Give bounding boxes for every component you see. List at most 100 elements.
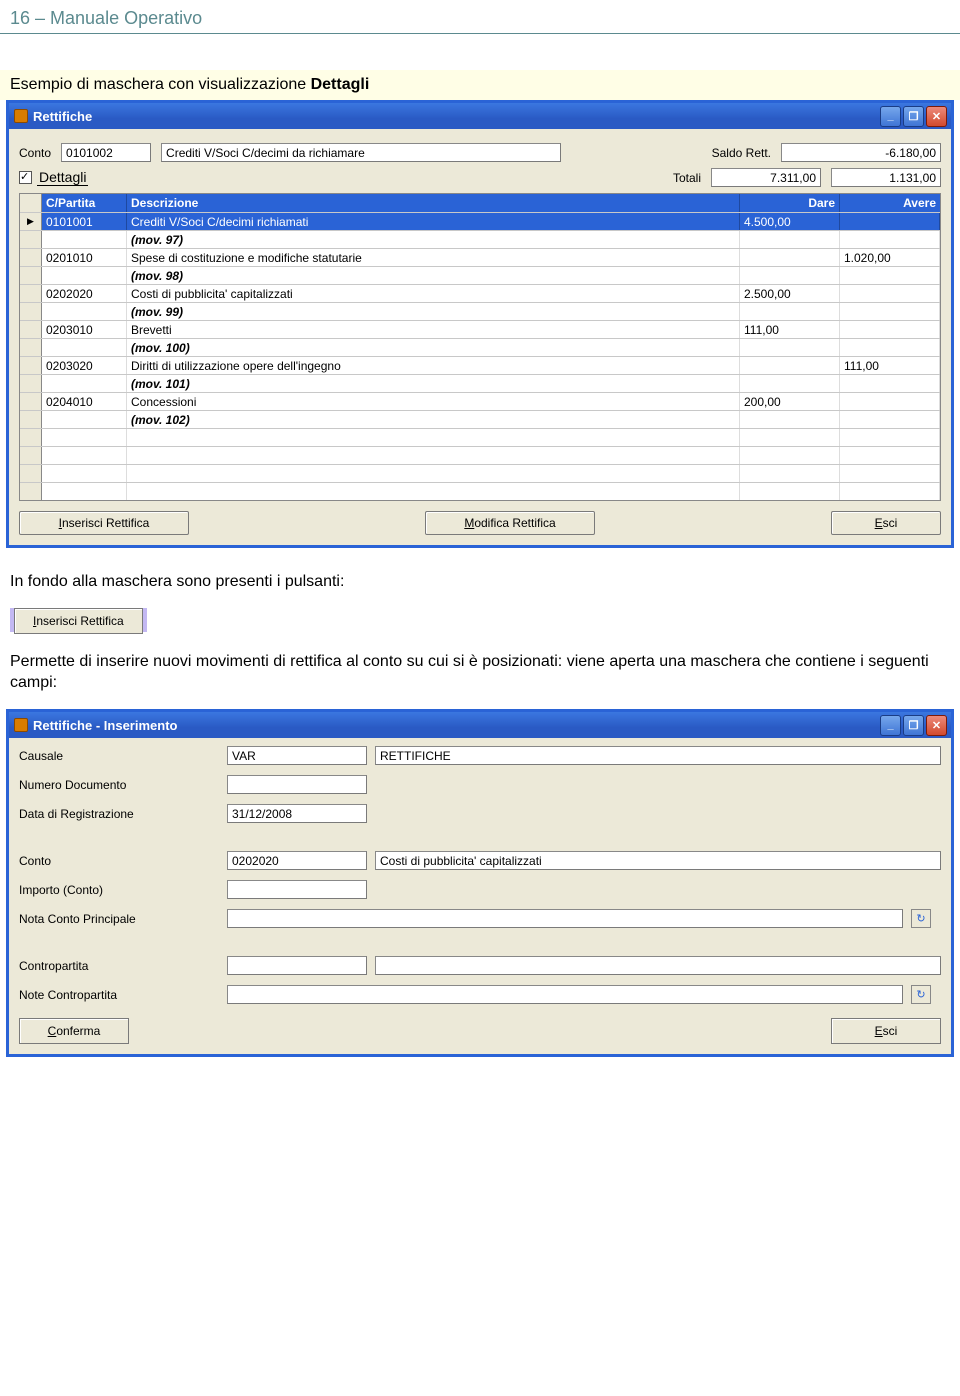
window-title: Rettifiche - Inserimento	[33, 718, 177, 733]
cell-dare	[740, 249, 840, 266]
row-marker	[20, 393, 42, 410]
row-marker	[20, 465, 42, 482]
button-snippet-frame: Inserisci Rettifica	[0, 598, 960, 638]
rettifiche-grid[interactable]: C/Partita Descrizione Dare Avere 0101001…	[19, 193, 941, 501]
cell-cpartita	[42, 411, 127, 428]
conferma-button[interactable]: Conferma	[19, 1018, 129, 1044]
table-row[interactable]	[20, 482, 940, 500]
cell-descrizione	[127, 447, 740, 464]
body-text-1: In fondo alla maschera sono presenti i p…	[0, 548, 960, 598]
note-contropartita-field[interactable]	[227, 985, 903, 1004]
table-row[interactable]: (mov. 99)	[20, 302, 940, 320]
row-marker	[20, 249, 42, 266]
row-marker	[20, 483, 42, 500]
conto-desc-field: Costi di pubblicita' capitalizzati	[375, 851, 941, 870]
nota-conto-principale-field[interactable]	[227, 909, 903, 928]
cell-descrizione: Costi di pubblicita' capitalizzati	[127, 285, 740, 302]
body-text-2: Permette di inserire nuovi movimenti di …	[0, 638, 960, 699]
cell-avere	[840, 447, 940, 464]
table-row[interactable]: 0203010Brevetti111,00	[20, 320, 940, 338]
totale-avere: 1.131,00	[831, 168, 941, 187]
table-row[interactable]: (mov. 101)	[20, 374, 940, 392]
cell-avere	[840, 213, 940, 230]
nota-expand-icon[interactable]: ↻	[911, 909, 931, 928]
cell-dare: 111,00	[740, 321, 840, 338]
row-marker	[20, 375, 42, 392]
cell-dare	[740, 303, 840, 320]
cell-descrizione: (mov. 101)	[127, 375, 740, 392]
conto-label: Conto	[19, 854, 219, 868]
table-row[interactable]: (mov. 100)	[20, 338, 940, 356]
table-row[interactable]: 0202020Costi di pubblicita' capitalizzat…	[20, 284, 940, 302]
table-row[interactable]: 0201010Spese di costituzione e modifiche…	[20, 248, 940, 266]
contropartita-code-field[interactable]	[227, 956, 367, 975]
data-registrazione-field[interactable]: 31/12/2008	[227, 804, 367, 823]
dettagli-checkbox[interactable]: Dettagli	[19, 169, 88, 186]
minimize-button[interactable]: _	[880, 715, 901, 736]
maximize-button[interactable]: ❐	[903, 106, 924, 127]
row-marker	[20, 411, 42, 428]
cell-dare	[740, 483, 840, 500]
cell-dare	[740, 429, 840, 446]
cell-cpartita: 0201010	[42, 249, 127, 266]
note-contro-expand-icon[interactable]: ↻	[911, 985, 931, 1004]
minimize-button[interactable]: _	[880, 106, 901, 127]
cell-descrizione	[127, 465, 740, 482]
importo-field[interactable]	[227, 880, 367, 899]
esci-button[interactable]: Esci	[831, 1018, 941, 1044]
table-row[interactable]: 0203020Diritti di utilizzazione opere de…	[20, 356, 940, 374]
cell-cpartita: 0101001	[42, 213, 127, 230]
inserisci-rettifica-button[interactable]: Inserisci Rettifica	[19, 511, 189, 535]
numero-documento-field[interactable]	[227, 775, 367, 794]
cell-cpartita: 0203010	[42, 321, 127, 338]
cell-dare	[740, 411, 840, 428]
window-title: Rettifiche	[33, 109, 92, 124]
totale-dare: 7.311,00	[711, 168, 821, 187]
table-row[interactable]: (mov. 97)	[20, 230, 940, 248]
conto-code-field[interactable]: 0202020	[227, 851, 367, 870]
table-row[interactable]	[20, 428, 940, 446]
cell-avere: 1.020,00	[840, 249, 940, 266]
window-icon	[14, 718, 28, 732]
cell-avere	[840, 303, 940, 320]
dettagli-label: Dettagli	[37, 169, 88, 186]
cell-cpartita: 0203020	[42, 357, 127, 374]
row-marker	[20, 339, 42, 356]
row-marker	[20, 285, 42, 302]
conto-code-field[interactable]: 0101002	[61, 143, 151, 162]
cell-cpartita	[42, 267, 127, 284]
saldo-rett-value: -6.180,00	[781, 143, 941, 162]
cell-cpartita	[42, 303, 127, 320]
esci-button[interactable]: Esci	[831, 511, 941, 535]
titlebar-inserimento[interactable]: Rettifiche - Inserimento _ ❐ ✕	[9, 712, 951, 738]
snippet-inserisci-button[interactable]: Inserisci Rettifica	[14, 608, 143, 634]
cell-dare: 200,00	[740, 393, 840, 410]
cell-descrizione: Concessioni	[127, 393, 740, 410]
cell-avere	[840, 285, 940, 302]
table-row[interactable]: 0204010Concessioni200,00	[20, 392, 940, 410]
causale-code-field[interactable]: VAR	[227, 746, 367, 765]
close-button[interactable]: ✕	[926, 106, 947, 127]
conto-label: Conto	[19, 146, 51, 160]
header-cpartita[interactable]: C/Partita	[42, 194, 127, 212]
header-dare[interactable]: Dare	[740, 194, 840, 212]
table-row[interactable]: (mov. 102)	[20, 410, 940, 428]
conto-desc-field[interactable]: Crediti V/Soci C/decimi da richiamare	[161, 143, 561, 162]
cell-dare	[740, 357, 840, 374]
header-descrizione[interactable]: Descrizione	[127, 194, 740, 212]
table-row[interactable]: (mov. 98)	[20, 266, 940, 284]
table-row[interactable]: 0101001Crediti V/Soci C/decimi richiamat…	[20, 212, 940, 230]
header-avere[interactable]: Avere	[840, 194, 940, 212]
cell-avere	[840, 231, 940, 248]
table-row[interactable]	[20, 464, 940, 482]
modifica-rettifica-button[interactable]: Modifica Rettifica	[425, 511, 595, 535]
maximize-button[interactable]: ❐	[903, 715, 924, 736]
close-button[interactable]: ✕	[926, 715, 947, 736]
cell-avere	[840, 339, 940, 356]
importo-label: Importo (Conto)	[19, 883, 219, 897]
row-marker	[20, 429, 42, 446]
table-row[interactable]	[20, 446, 940, 464]
titlebar[interactable]: Rettifiche _ ❐ ✕	[9, 103, 951, 129]
cell-descrizione: (mov. 99)	[127, 303, 740, 320]
cell-descrizione	[127, 483, 740, 500]
